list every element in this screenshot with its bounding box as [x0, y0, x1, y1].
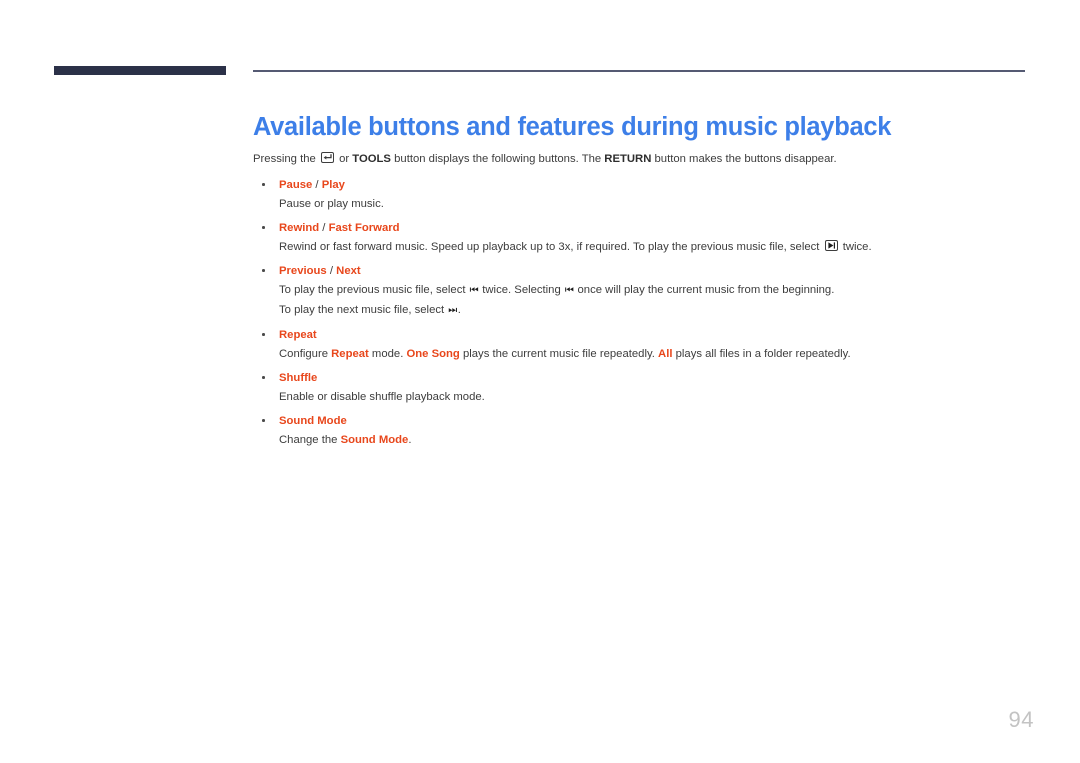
description-prefix: Rewind or fast forward music. Speed up p…	[279, 241, 823, 253]
list-item-title: Shuffle	[279, 369, 1043, 387]
highlight-all: All	[658, 348, 673, 360]
list-item-description-line-1: To play the previous music file, select …	[279, 281, 1043, 300]
description-suffix: once will play the current music from th…	[574, 284, 835, 296]
intro-text-middle: button displays the following buttons. T…	[390, 153, 605, 165]
document-page: Available buttons and features during mu…	[0, 0, 1080, 763]
page-content: Pressing the or TOOLS button displays th…	[253, 150, 1043, 449]
highlight-sound-mode: Sound Mode	[340, 434, 409, 446]
description-part-4: plays all files in a folder repeatedly.	[672, 348, 851, 360]
intro-text-tail: button makes the buttons disappear.	[651, 153, 837, 165]
enter-key-icon	[320, 152, 334, 163]
list-item-description: Rewind or fast forward music. Speed up p…	[279, 238, 1043, 256]
tools-label: TOOLS	[352, 153, 391, 165]
list-item-repeat: Repeat Configure Repeat mode. One Song p…	[253, 326, 1043, 363]
description-suffix: twice.	[839, 241, 872, 253]
list-item-title: Previous / Next	[279, 262, 1043, 280]
list-item-title: Sound Mode	[279, 412, 1043, 430]
page-title: Available buttons and features during mu…	[253, 113, 892, 142]
description-mid: twice. Selecting	[479, 284, 564, 296]
description-part-2: mode.	[368, 348, 407, 360]
list-item-description: Pause or play music.	[279, 198, 384, 210]
bullet-dot-icon	[262, 269, 265, 272]
list-item-previous-next: Previous / Next To play the previous mus…	[253, 262, 1043, 320]
intro-paragraph: Pressing the or TOOLS button displays th…	[253, 150, 1043, 168]
fast-forward-key-icon	[824, 240, 838, 251]
skip-forward-icon: ⏭	[448, 305, 457, 316]
list-item-description: Configure Repeat mode. One Song plays th…	[279, 345, 1043, 363]
description-part-3: plays the current music file repeatedly.	[459, 348, 659, 360]
list-item-description: Enable or disable shuffle playback mode.	[279, 391, 485, 403]
intro-text-after-icon: or	[335, 153, 353, 165]
list-item-description: Change the Sound Mode.	[279, 431, 1043, 449]
return-label: RETURN	[604, 153, 652, 165]
list-item-title-primary: Rewind	[279, 222, 320, 234]
skip-backward-icon: ⏮	[469, 285, 479, 296]
description-suffix: .	[457, 304, 461, 316]
list-item-title-primary: Previous	[279, 265, 327, 277]
highlight-one-song: One Song	[406, 348, 460, 360]
list-item-shuffle: Shuffle Enable or disable shuffle playba…	[253, 369, 1043, 406]
description-prefix: To play the next music file, select	[279, 304, 448, 316]
list-item-description-line-2: To play the next music file, select ⏭.	[279, 301, 1043, 320]
description-part-1: Configure	[279, 348, 332, 360]
list-item-rewind-fast-forward: Rewind / Fast Forward Rewind or fast for…	[253, 219, 1043, 256]
bullet-dot-icon	[262, 419, 265, 422]
list-item-pause-play: Pause / Play Pause or play music.	[253, 176, 1043, 213]
list-item-sound-mode: Sound Mode Change the Sound Mode.	[253, 412, 1043, 449]
description-part-2: .	[408, 434, 412, 446]
description-part-1: Change the	[279, 434, 341, 446]
list-item-title: Repeat	[279, 326, 1043, 344]
highlight-repeat: Repeat	[331, 348, 369, 360]
feature-list: Pause / Play Pause or play music. Rewind…	[253, 176, 1043, 449]
page-number: 94	[1008, 707, 1034, 732]
list-item-title-primary: Sound Mode	[279, 415, 347, 427]
bullet-dot-icon	[262, 333, 265, 336]
list-item-title-primary: Shuffle	[279, 372, 318, 384]
list-item-title-primary: Repeat	[279, 329, 317, 341]
description-prefix: To play the previous music file, select	[279, 284, 469, 296]
list-item-title-secondary: Play	[321, 179, 345, 191]
list-item-title-separator: /	[312, 179, 322, 191]
header-rule	[253, 70, 1025, 72]
list-item-title: Pause / Play	[279, 176, 1043, 194]
bullet-dot-icon	[262, 376, 265, 379]
header-accent-bar	[54, 66, 226, 75]
list-item-title-secondary: Fast Forward	[328, 222, 400, 234]
skip-backward-icon: ⏮	[564, 285, 574, 296]
bullet-dot-icon	[262, 226, 265, 229]
list-item-title-separator: /	[319, 222, 329, 234]
intro-text-before: Pressing the	[253, 153, 319, 165]
list-item-title-primary: Pause	[279, 179, 313, 191]
list-item-title-separator: /	[326, 265, 337, 277]
list-item-title-secondary: Next	[336, 265, 361, 277]
bullet-dot-icon	[262, 183, 265, 186]
list-item-title: Rewind / Fast Forward	[279, 219, 1043, 237]
